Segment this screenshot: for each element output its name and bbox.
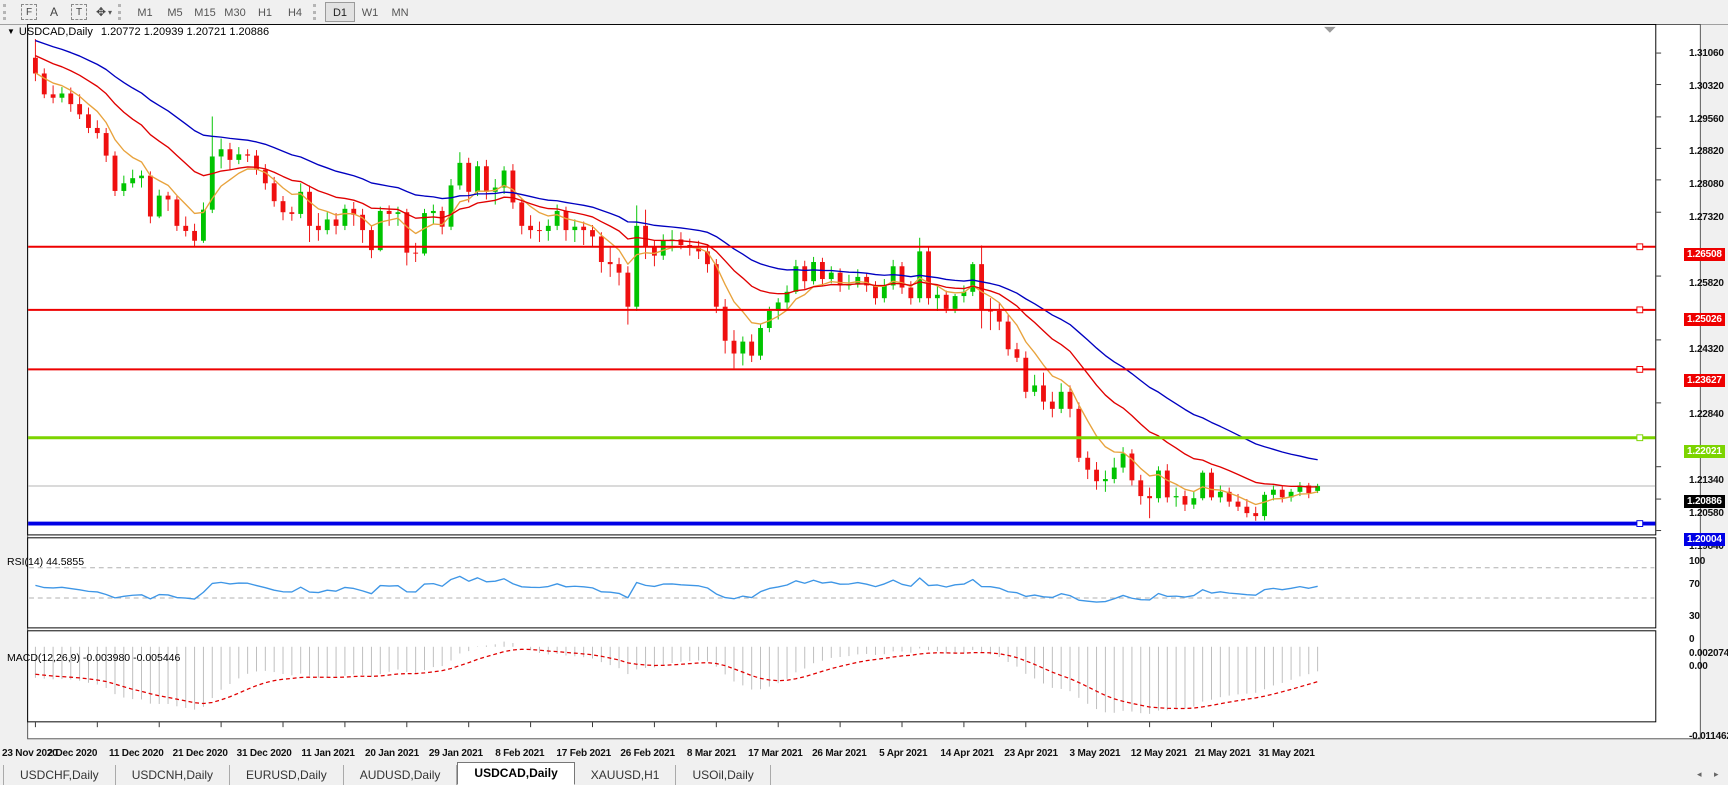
rsi-tick-label: 30 bbox=[1689, 610, 1700, 622]
tab-xauusd-h1[interactable]: XAUUSD,H1 bbox=[575, 765, 677, 785]
toolbar-grip-2[interactable] bbox=[118, 4, 125, 20]
chart-title: ▼ USDCAD,Daily 1.20772 1.20939 1.20721 1.2… bbox=[7, 26, 269, 38]
rsi-tick-label: 100 bbox=[1689, 556, 1706, 567]
tab-usdchf-daily[interactable]: USDCHF,Daily bbox=[3, 765, 116, 785]
price-line-label: 1.20886 bbox=[1684, 494, 1725, 508]
macd-tick-label: -0.011462 bbox=[1689, 730, 1728, 742]
price-tick-label: 1.30320 bbox=[1689, 80, 1724, 92]
line-handle[interactable] bbox=[1636, 365, 1644, 373]
price-line-label: 1.23627 bbox=[1684, 374, 1725, 388]
line-handle[interactable] bbox=[1636, 520, 1644, 527]
chart-f-icon[interactable]: F bbox=[15, 2, 43, 22]
timeframe-button-h4[interactable]: H4 bbox=[280, 2, 310, 22]
chevron-down-icon: ▾ bbox=[108, 7, 113, 17]
price-tick-label: 1.29560 bbox=[1689, 113, 1724, 125]
timeframe-button-m1[interactable]: M1 bbox=[130, 2, 160, 22]
tab-audusd-daily[interactable]: AUDUSD,Daily bbox=[344, 765, 458, 785]
chart-ohlc-values: 1.20772 1.20939 1.20721 1.20886 bbox=[100, 26, 270, 38]
tab-usdcad-daily[interactable]: USDCAD,Daily bbox=[457, 762, 575, 785]
macd-tick-label: 0.00 bbox=[1689, 661, 1708, 672]
price-tick-label: 1.24320 bbox=[1689, 344, 1724, 356]
line-handle[interactable] bbox=[1636, 306, 1644, 314]
toolbar-grip[interactable] bbox=[3, 4, 10, 20]
timeframe-button-m30[interactable]: M30 bbox=[220, 2, 250, 22]
toolbar: F A T ✥ ▾ M1 M5 M15 M30 H1 H4 D1 W1 MN bbox=[0, 0, 1728, 25]
macd-label: MACD(12,26,9) -0.003980 -0.005446 bbox=[7, 652, 181, 664]
price-tick-label: 1.28820 bbox=[1689, 146, 1724, 158]
rsi-tick-label: 70 bbox=[1689, 579, 1700, 591]
price-chart[interactable] bbox=[0, 24, 1728, 763]
timeframe-button-m15[interactable]: M15 bbox=[190, 2, 220, 22]
tabs-scroll-left-icon[interactable]: ◂ bbox=[1697, 769, 1702, 780]
macd-tick-label: 0.002074 bbox=[1689, 648, 1728, 660]
chart-panel[interactable] bbox=[27, 630, 1657, 723]
price-tick-label: 1.20580 bbox=[1689, 508, 1724, 520]
pointer-style-icon: ✥ bbox=[95, 5, 107, 19]
tab-usdcnh-daily[interactable]: USDCNH,Daily bbox=[116, 765, 231, 785]
price-line-label: 1.25026 bbox=[1684, 312, 1725, 326]
timeframe-button-m5[interactable]: M5 bbox=[160, 2, 190, 22]
line-handle[interactable] bbox=[1636, 434, 1644, 442]
text-tool-icon: T bbox=[71, 4, 87, 20]
price-tick-label: 1.22840 bbox=[1689, 409, 1724, 421]
timeframe-button-mn[interactable]: MN bbox=[385, 2, 415, 22]
text-label-icon[interactable]: A bbox=[43, 2, 65, 22]
pointer-style-icon[interactable]: ✥ ▾ bbox=[93, 2, 115, 22]
date-label: 31 May 2021 bbox=[1258, 748, 1315, 759]
line-handle[interactable] bbox=[1636, 243, 1644, 251]
chart-f-icon: F bbox=[21, 4, 37, 20]
tab-eurusd-daily[interactable]: EURUSD,Daily bbox=[230, 765, 344, 785]
toolbar-grip-3[interactable] bbox=[313, 4, 320, 20]
timeframe-button-h1[interactable]: H1 bbox=[250, 2, 280, 22]
rsi-tick-label: 0 bbox=[1689, 634, 1695, 645]
price-tick-label: 1.25820 bbox=[1689, 278, 1724, 290]
price-tick-label: 1.21340 bbox=[1689, 475, 1724, 487]
price-tick-label: 1.31060 bbox=[1689, 48, 1724, 59]
timeframe-button-d1[interactable]: D1 bbox=[325, 2, 355, 22]
chart-symbol-period: USDCAD,Daily bbox=[18, 26, 93, 38]
text-label-icon: A bbox=[49, 5, 58, 19]
tabs-scroll-right-icon[interactable]: ▸ bbox=[1714, 769, 1719, 780]
rsi-label: RSI(14) 44.5855 bbox=[7, 556, 85, 568]
chart-panel[interactable] bbox=[27, 537, 1657, 629]
price-tick-label: 1.27320 bbox=[1689, 212, 1724, 224]
tab-usoil-daily[interactable]: USOil,Daily bbox=[676, 765, 771, 785]
price-line-label: 1.22021 bbox=[1684, 444, 1725, 458]
chart-tab-bar: USDCHF,Daily USDCNH,Daily EURUSD,Daily AUDU… bbox=[0, 762, 1728, 785]
timeframe-button-w1[interactable]: W1 bbox=[355, 2, 385, 22]
price-tick-label: 1.28080 bbox=[1689, 178, 1724, 190]
price-line-label: 1.26508 bbox=[1684, 247, 1725, 261]
price-line-label: 1.20004 bbox=[1684, 533, 1725, 547]
mt4-window: F A T ✥ ▾ M1 M5 M15 M30 H1 H4 D1 W1 MN ▼ USDCAD,Daily… bbox=[0, 0, 1728, 785]
chart-dropdown-icon[interactable]: ▼ bbox=[7, 27, 15, 36]
text-tool-icon[interactable]: T bbox=[65, 2, 93, 22]
